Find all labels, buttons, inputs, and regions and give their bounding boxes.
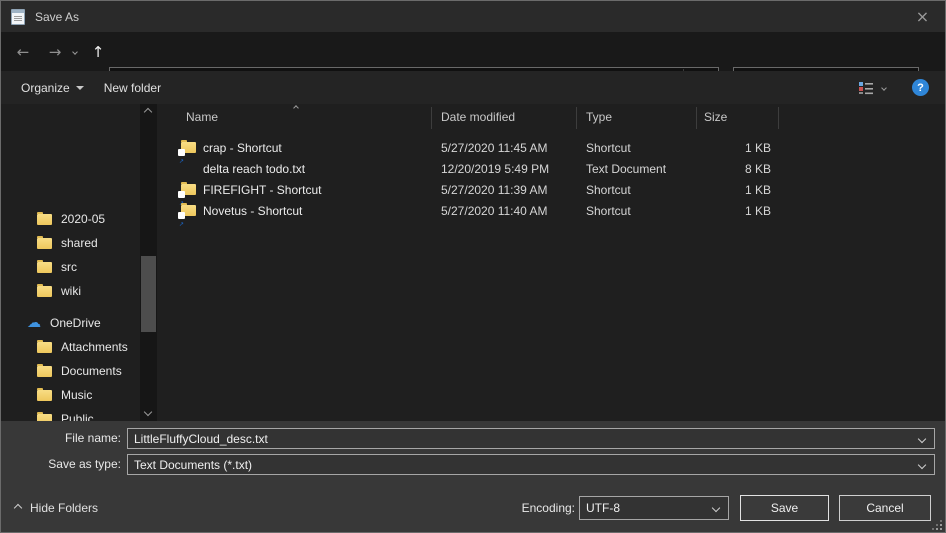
encoding-dropdown[interactable]: UTF-8 xyxy=(579,496,729,520)
save-as-type-dropdown[interactable]: Text Documents (*.txt) xyxy=(127,454,935,475)
folder-shortcut-icon xyxy=(181,142,196,153)
file-rows: crap - Shortcut 5/27/2020 11:45 AM Short… xyxy=(161,138,945,222)
column-divider[interactable] xyxy=(576,107,577,129)
sidebar-item-public[interactable]: Public xyxy=(1,407,139,421)
column-header-type[interactable]: Type xyxy=(586,110,612,124)
file-row[interactable]: delta reach todo.txt 12/20/2019 5:49 PM … xyxy=(161,159,945,180)
file-name-input[interactable] xyxy=(128,432,919,446)
title-bar: Save As × xyxy=(1,1,945,32)
shortcut-arrow-icon xyxy=(178,191,185,198)
chevron-down-icon[interactable] xyxy=(712,504,720,512)
sidebar-item-onedrive[interactable]: ☁ OneDrive xyxy=(1,311,139,335)
shortcut-arrow-icon xyxy=(178,212,185,219)
folder-icon xyxy=(37,342,52,353)
folder-shortcut-icon xyxy=(181,184,196,195)
column-divider[interactable] xyxy=(778,107,779,129)
file-name-label: File name: xyxy=(1,428,121,449)
navigation-pane: 2020-05 shared src wiki ☁ OneDrive Attac… xyxy=(1,104,161,421)
chevron-up-icon xyxy=(14,504,22,512)
folder-icon xyxy=(37,366,52,377)
save-as-dialog: Save As × ← → ↑ This PC Desktop ↻ Organ xyxy=(0,0,946,533)
organize-label: Organize xyxy=(21,81,70,95)
chevron-down-icon[interactable] xyxy=(918,460,926,468)
folder-icon xyxy=(37,214,52,225)
folder-icon xyxy=(37,238,52,249)
sidebar-item-src[interactable]: src xyxy=(1,255,139,279)
column-divider[interactable] xyxy=(431,107,432,129)
scroll-up-icon[interactable] xyxy=(144,108,152,116)
column-header-name[interactable]: Name xyxy=(186,110,218,124)
sort-ascending-icon xyxy=(293,105,299,111)
cancel-button[interactable]: Cancel xyxy=(839,495,931,521)
file-row[interactable]: FIREFIGHT - Shortcut 5/27/2020 11:39 AM … xyxy=(161,180,945,201)
save-as-type-value: Text Documents (*.txt) xyxy=(128,458,919,472)
new-folder-label: New folder xyxy=(104,81,161,95)
organize-button[interactable]: Organize xyxy=(11,71,94,104)
main-area: 2020-05 shared src wiki ☁ OneDrive Attac… xyxy=(1,104,945,421)
hide-folders-button[interactable]: Hide Folders xyxy=(15,495,98,521)
chevron-down-icon[interactable] xyxy=(918,434,926,442)
sidebar-item-documents[interactable]: Documents xyxy=(1,359,139,383)
folder-icon xyxy=(37,286,52,297)
sidebar-scrollbar[interactable] xyxy=(140,104,157,421)
sidebar-item-shared[interactable]: shared xyxy=(1,231,139,255)
column-headers: Name Date modified Type Size xyxy=(161,104,945,131)
sidebar-item-attachments[interactable]: Attachments xyxy=(1,335,139,359)
save-button[interactable]: Save xyxy=(740,495,829,521)
folder-icon xyxy=(37,414,52,422)
onedrive-cloud-icon: ☁ xyxy=(27,316,41,330)
file-row[interactable]: crap - Shortcut 5/27/2020 11:45 AM Short… xyxy=(161,138,945,159)
sidebar-item-music[interactable]: Music xyxy=(1,383,139,407)
column-header-date-modified[interactable]: Date modified xyxy=(441,110,515,124)
details-view-icon[interactable] xyxy=(858,81,874,95)
forward-button[interactable]: → xyxy=(41,32,69,71)
file-list: Name Date modified Type Size crap - Shor… xyxy=(161,104,945,421)
folder-icon xyxy=(37,390,52,401)
save-as-type-label: Save as type: xyxy=(1,454,121,475)
up-button[interactable]: ↑ xyxy=(85,32,111,71)
shortcut-arrow-icon xyxy=(178,149,185,156)
help-button[interactable]: ? xyxy=(912,79,929,96)
column-header-size[interactable]: Size xyxy=(704,110,727,124)
window-title: Save As xyxy=(35,10,79,24)
new-folder-button[interactable]: New folder xyxy=(94,71,171,104)
file-name-combobox[interactable] xyxy=(127,428,935,449)
folder-shortcut-icon xyxy=(181,205,196,216)
column-divider[interactable] xyxy=(696,107,697,129)
notepad-app-icon xyxy=(11,9,25,25)
scrollbar-thumb[interactable] xyxy=(141,256,156,332)
back-button[interactable]: ← xyxy=(9,32,37,71)
view-dropdown-button[interactable] xyxy=(882,86,886,90)
folder-icon xyxy=(37,262,52,273)
command-toolbar: Organize New folder ? xyxy=(1,71,945,104)
file-row[interactable]: Novetus - Shortcut 5/27/2020 11:40 AM Sh… xyxy=(161,201,945,222)
sidebar-item-wiki[interactable]: wiki xyxy=(1,279,139,303)
sidebar-item-2020-05[interactable]: 2020-05 xyxy=(1,207,139,231)
scroll-down-icon[interactable] xyxy=(144,408,152,416)
bottom-panel: File name: Save as type: Text Documents … xyxy=(1,421,945,533)
chevron-down-icon xyxy=(76,86,84,90)
resize-grip[interactable] xyxy=(933,521,942,530)
hide-folders-label: Hide Folders xyxy=(30,501,98,515)
navigation-bar: ← → ↑ This PC Desktop ↻ xyxy=(1,32,945,71)
close-button[interactable]: × xyxy=(900,1,945,32)
encoding-label: Encoding: xyxy=(501,495,575,521)
recent-locations-button[interactable] xyxy=(67,32,83,71)
encoding-value: UTF-8 xyxy=(580,501,713,515)
